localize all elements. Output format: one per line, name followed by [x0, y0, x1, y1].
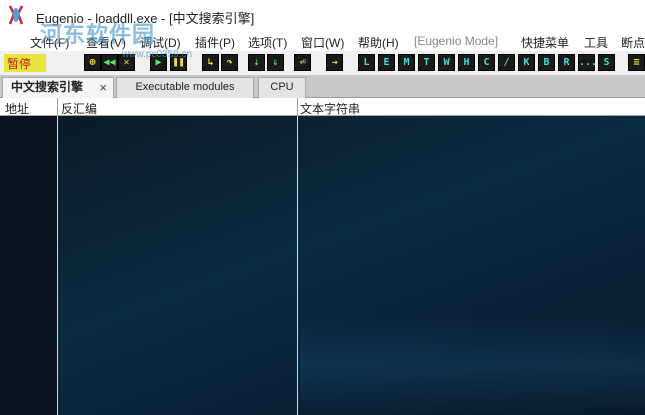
menu-plugins[interactable]: 插件(P) [195, 34, 235, 51]
column-divider[interactable] [57, 98, 58, 116]
menu-breakpoints[interactable]: 断点 [621, 34, 645, 51]
menu-window[interactable]: 窗口(W) [301, 34, 344, 51]
breakpoints-window-button[interactable]: B [538, 54, 555, 71]
debugger-window: Eugenio - loaddll.exe - [中文搜索引擎] 文件(F) 查… [0, 0, 645, 415]
menu-tools[interactable]: 工具 [584, 34, 608, 51]
column-header: 地址 反汇编 文本字符串 [0, 98, 645, 116]
close-icon[interactable]: × [99, 78, 107, 97]
execute-till-return-icon[interactable]: ⏎ [294, 54, 311, 71]
patches-window-button[interactable]: / [498, 54, 515, 71]
tab-cpu[interactable]: CPU [258, 77, 306, 98]
menu-help[interactable]: 帮助(H) [358, 34, 399, 51]
tab-label: Executable modules [135, 81, 235, 93]
toolbar: 暂停 ⊕ ◀◀ ✕ ▶ ❚❚ ↳ ↷ ⇣ ⇓ ⏎ → L E M T W H C… [0, 51, 645, 75]
column-divider[interactable] [297, 98, 298, 116]
watermark-text: 河东软件园 [40, 22, 156, 47]
column-text-strings[interactable]: 文本字符串 [300, 100, 360, 117]
column-divider-line [57, 116, 58, 415]
tab-label: CPU [270, 81, 294, 93]
menu-eugenio-mode[interactable]: [Eugenio Mode] [414, 34, 498, 48]
background-glow [300, 316, 645, 415]
menu-options[interactable]: 选项(T) [248, 34, 287, 51]
status-badge: 暂停 [4, 54, 46, 72]
trace-into-icon[interactable]: ⇣ [248, 54, 265, 71]
menu-shortcuts[interactable]: 快捷菜单 [521, 34, 569, 51]
column-disassembly[interactable]: 反汇编 [61, 100, 97, 117]
open-icon[interactable]: ⊕ [84, 54, 101, 71]
strings-list[interactable] [0, 116, 645, 415]
windows-window-button[interactable]: W [438, 54, 455, 71]
tab-bar: 中文搜索引擎 × Executable modules CPU [0, 75, 645, 98]
tab-chinese-search[interactable]: 中文搜索引擎 × [2, 77, 114, 98]
tab-executable-modules[interactable]: Executable modules [116, 77, 254, 98]
bug-icon [6, 4, 26, 26]
tab-label: 中文搜索引擎 [11, 80, 84, 94]
memory-window-button[interactable]: M [398, 54, 415, 71]
source-window-button[interactable]: S [598, 54, 615, 71]
column-divider-line [297, 116, 298, 415]
step-into-icon[interactable]: ↳ [202, 54, 219, 71]
log-window-button[interactable]: L [358, 54, 375, 71]
goto-icon[interactable]: → [326, 54, 343, 71]
call-stack-window-button[interactable]: K [518, 54, 535, 71]
restart-icon[interactable]: ◀◀ [101, 54, 118, 71]
address-column-area [0, 116, 57, 415]
run-trace-window-button[interactable]: ... [578, 54, 597, 71]
handles-window-button[interactable]: H [458, 54, 475, 71]
watermark-url: www.pc0359.cn [122, 49, 193, 60]
modules-window-button[interactable]: E [378, 54, 395, 71]
threads-window-button[interactable]: T [418, 54, 435, 71]
cpu-window-button[interactable]: C [478, 54, 495, 71]
step-over-icon[interactable]: ↷ [221, 54, 238, 71]
column-address[interactable]: 地址 [5, 100, 29, 117]
references-window-button[interactable]: R [558, 54, 575, 71]
trace-over-icon[interactable]: ⇓ [267, 54, 284, 71]
list-icon[interactable]: ≡ [628, 54, 645, 71]
